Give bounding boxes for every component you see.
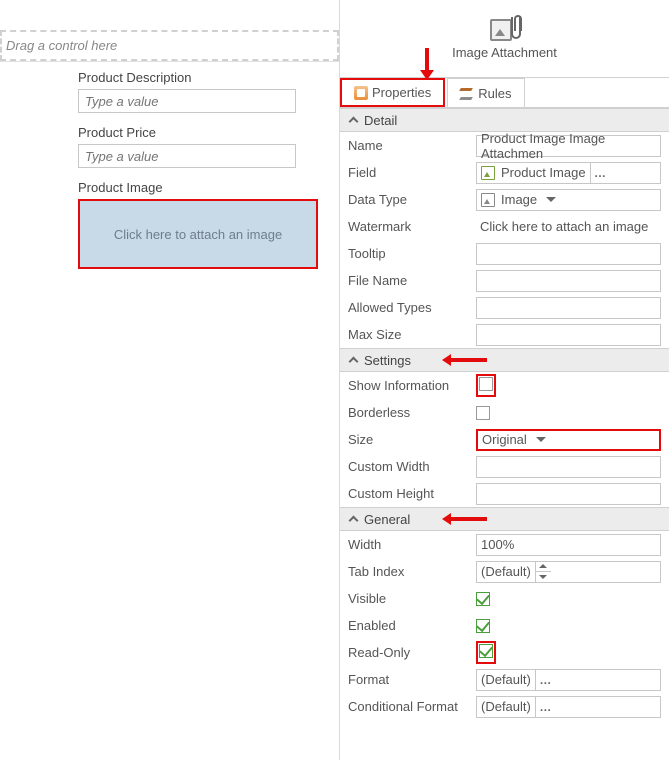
checkbox-enabled[interactable]	[476, 619, 490, 633]
label-datatype: Data Type	[348, 192, 476, 207]
input-filename[interactable]	[476, 270, 661, 292]
group-title-detail: Detail	[364, 113, 397, 128]
spinner-tabindex[interactable]	[535, 561, 551, 583]
input-customwidth[interactable]	[476, 456, 661, 478]
chevron-down-icon[interactable]	[531, 429, 551, 451]
form-panel: Product Description Product Price Produc…	[0, 61, 339, 293]
label-borderless: Borderless	[348, 405, 476, 420]
image-attachment-icon	[490, 17, 520, 43]
group-header-general[interactable]: General	[340, 507, 669, 531]
label-product-image: Product Image	[78, 180, 321, 195]
checkbox-showinfo[interactable]	[479, 377, 493, 391]
label-tabindex: Tab Index	[348, 564, 476, 579]
label-product-description: Product Description	[78, 70, 321, 85]
annotation-arrow-left	[442, 513, 487, 525]
tab-rules[interactable]: Rules	[447, 78, 524, 107]
checkbox-visible[interactable]	[476, 592, 490, 606]
panel-title: Image Attachment	[452, 45, 557, 60]
label-maxsize: Max Size	[348, 327, 476, 342]
input-maxsize[interactable]	[476, 324, 661, 346]
label-width: Width	[348, 537, 476, 552]
ellipsis-button[interactable]: …	[535, 696, 555, 718]
label-visible: Visible	[348, 591, 476, 606]
group-title-general: General	[364, 512, 410, 527]
label-format: Format	[348, 672, 476, 687]
label-readonly: Read-Only	[348, 645, 476, 660]
annotation-highlight-readonly	[476, 641, 496, 664]
label-watermark: Watermark	[348, 219, 476, 234]
label-customheight: Custom Height	[348, 486, 476, 501]
panel-tabs: Properties Rules	[340, 78, 669, 108]
tab-rules-label: Rules	[478, 86, 511, 101]
field-row-price: Product Price	[0, 125, 339, 180]
annotation-highlight-showinfo	[476, 374, 496, 397]
input-tooltip[interactable]	[476, 243, 661, 265]
chevron-up-icon	[348, 355, 358, 365]
picker-field[interactable]: Product Image …	[476, 162, 661, 184]
design-canvas: Drag a control here Product Description …	[0, 0, 340, 760]
rules-icon	[460, 86, 474, 100]
ellipsis-button[interactable]: …	[590, 162, 610, 184]
input-customheight[interactable]	[476, 483, 661, 505]
label-size: Size	[348, 432, 476, 447]
stepper-tabindex[interactable]: (Default)	[476, 561, 661, 583]
label-allowed-types: Allowed Types	[348, 300, 476, 315]
input-width[interactable]: 100%	[476, 534, 661, 556]
image-type-icon	[481, 193, 495, 207]
group-header-settings[interactable]: Settings	[340, 348, 669, 372]
label-field: Field	[348, 165, 476, 180]
select-size[interactable]: Original	[476, 429, 661, 451]
chevron-up-icon	[348, 115, 358, 125]
chevron-down-icon[interactable]	[541, 189, 561, 211]
drag-zone[interactable]: Drag a control here	[0, 30, 339, 61]
chevron-up-icon	[348, 514, 358, 524]
label-name: Name	[348, 138, 476, 153]
label-tooltip: Tooltip	[348, 246, 476, 261]
label-customwidth: Custom Width	[348, 459, 476, 474]
properties-panel: Image Attachment Properties Rules Detail…	[340, 0, 669, 760]
image-attachment-dropzone[interactable]: Click here to attach an image	[78, 199, 318, 269]
picker-conditional-format[interactable]: (Default) …	[476, 696, 661, 718]
picker-format[interactable]: (Default) …	[476, 669, 661, 691]
panel-header: Image Attachment	[340, 0, 669, 78]
group-title-settings: Settings	[364, 353, 411, 368]
select-datatype[interactable]: Image	[476, 189, 661, 211]
ellipsis-button[interactable]: …	[535, 669, 555, 691]
field-row-image: Product Image Click here to attach an im…	[0, 180, 339, 281]
annotation-arrow-down	[420, 48, 434, 88]
input-name[interactable]: Product Image Image Attachmen	[476, 135, 661, 157]
label-product-price: Product Price	[78, 125, 321, 140]
label-filename: File Name	[348, 273, 476, 288]
group-header-detail[interactable]: Detail	[340, 108, 669, 132]
image-field-icon	[481, 166, 495, 180]
input-allowed-types[interactable]	[476, 297, 661, 319]
display-watermark[interactable]: Click here to attach an image	[476, 216, 661, 238]
field-row-description: Product Description	[0, 70, 339, 125]
checkbox-borderless[interactable]	[476, 406, 490, 420]
input-product-price[interactable]	[78, 144, 296, 168]
label-enabled: Enabled	[348, 618, 476, 633]
input-product-description[interactable]	[78, 89, 296, 113]
label-showinfo: Show Information	[348, 378, 476, 393]
annotation-arrow-left	[442, 354, 487, 366]
label-cformat: Conditional Format	[348, 699, 476, 714]
checkbox-readonly[interactable]	[479, 644, 493, 658]
properties-icon	[354, 86, 368, 100]
